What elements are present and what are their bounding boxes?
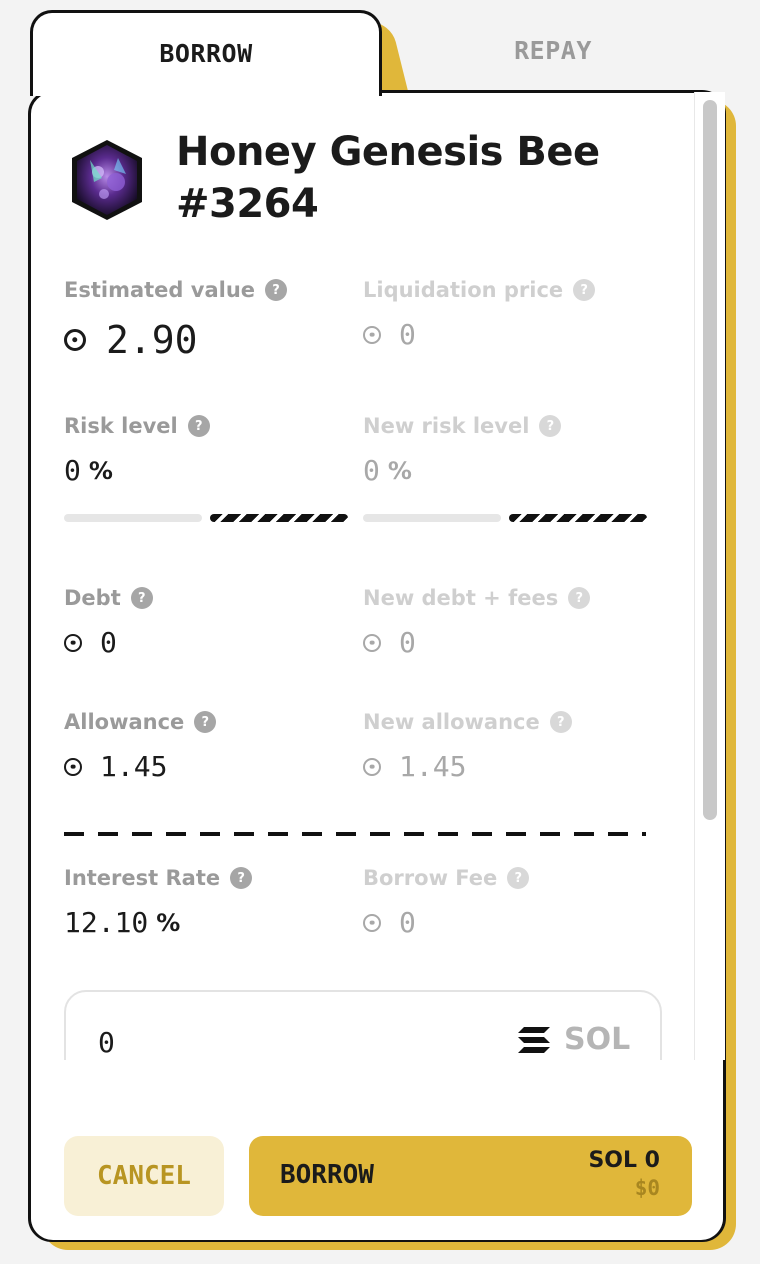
risk-level-unit: % [88,456,113,485]
tab-borrow-label: BORROW [159,39,253,68]
new-risk-level-unit: % [387,456,412,485]
new-risk-level-label: New risk level ? [363,414,562,438]
borrow-button-label: BORROW [280,1160,374,1190]
nft-avatar [72,140,142,220]
tab-borrow[interactable]: BORROW [30,10,382,96]
help-icon[interactable]: ? [539,415,562,437]
new-allowance-amount: 1.45 [399,750,467,783]
risk-level-value: 0 [64,454,81,487]
help-icon[interactable]: ? [507,867,530,889]
estimated-value: 2.90 [64,318,198,362]
sol-coin-icon [363,757,381,776]
help-icon[interactable]: ? [230,867,253,889]
scrollbar-thumb[interactable] [703,100,717,820]
interest-rate-unit: % [156,908,181,937]
currency-selector: SOL [518,1022,630,1057]
interest-rate-label-text: Interest Rate [64,866,221,890]
allowance: 1.45 [64,750,167,783]
borrow-fee: 0 [363,906,416,939]
risk-level-label: Risk level ? [64,414,210,438]
sol-coin-icon [363,325,381,344]
help-icon[interactable]: ? [194,711,217,733]
liquidation-price-label-text: Liquidation price [363,278,564,302]
new-risk-level: 0 % [363,454,412,487]
debt-label: Debt ? [64,586,153,610]
estimated-value-amount: 2.90 [106,318,198,362]
interest-rate-value: 12.10 [64,906,149,939]
new-risk-level-label-text: New risk level [363,414,530,438]
new-risk-level-value: 0 [363,454,380,487]
risk-level-label-text: Risk level [64,414,178,438]
liquidation-price: 0 [363,318,416,351]
allowance-label: Allowance ? [64,710,217,734]
estimated-value-label: Estimated value ? [64,278,288,302]
help-icon[interactable]: ? [187,415,210,437]
debt-amount: 0 [100,626,117,659]
new-debt-label-text: New debt + fees [363,586,559,610]
sol-coin-icon [64,757,82,776]
help-icon[interactable]: ? [130,587,153,609]
nft-title: Honey Genesis Bee #3264 [176,129,600,227]
liquidation-price-amount: 0 [399,318,416,351]
debt: 0 [64,626,117,659]
borrow-button[interactable]: BORROW SOL 0 $0 [249,1136,692,1216]
help-icon[interactable]: ? [549,711,572,733]
borrow-sol-amount: SOL 0 [588,1148,660,1173]
risk-level: 0 % [64,454,113,487]
help-icon[interactable]: ? [265,279,288,301]
borrow-fee-amount: 0 [399,906,416,939]
help-icon[interactable]: ? [573,279,596,301]
sol-coin-icon [64,329,86,351]
new-risk-bar-track [363,514,501,522]
currency-label: SOL [564,1022,631,1057]
liquidation-price-label: Liquidation price ? [363,278,596,302]
tab-joint [34,88,374,96]
new-allowance-label: New allowance ? [363,710,572,734]
sol-coin-icon [64,633,82,652]
risk-bar-track [64,514,202,522]
interest-rate: 12.10 % [64,906,180,939]
sol-coin-icon [363,913,381,932]
section-divider [64,832,646,836]
scrollbar[interactable] [694,92,725,1060]
borrow-usd-amount: $0 [634,1176,660,1200]
new-debt-amount: 0 [399,626,416,659]
tab-repay[interactable]: REPAY [380,10,726,92]
tab-repay-label: REPAY [514,36,592,65]
new-allowance: 1.45 [363,750,466,783]
interest-rate-label: Interest Rate ? [64,866,253,890]
debt-label-text: Debt [64,586,121,610]
borrow-fee-label-text: Borrow Fee [363,866,498,890]
risk-bar-danger-zone [210,514,348,522]
new-risk-bar-danger-zone [509,514,647,522]
sol-coin-icon [363,633,381,652]
new-debt-label: New debt + fees ? [363,586,591,610]
solana-logo-icon [518,1026,550,1053]
help-icon[interactable]: ? [568,587,591,609]
cancel-button-label: CANCEL [97,1161,191,1191]
cancel-button[interactable]: CANCEL [64,1136,224,1216]
borrow-amount-input[interactable]: 0 [98,1026,115,1059]
new-debt: 0 [363,626,416,659]
allowance-amount: 1.45 [100,750,168,783]
borrow-fee-label: Borrow Fee ? [363,866,530,890]
allowance-label-text: Allowance [64,710,185,734]
new-allowance-label-text: New allowance [363,710,540,734]
estimated-value-label-text: Estimated value [64,278,256,302]
